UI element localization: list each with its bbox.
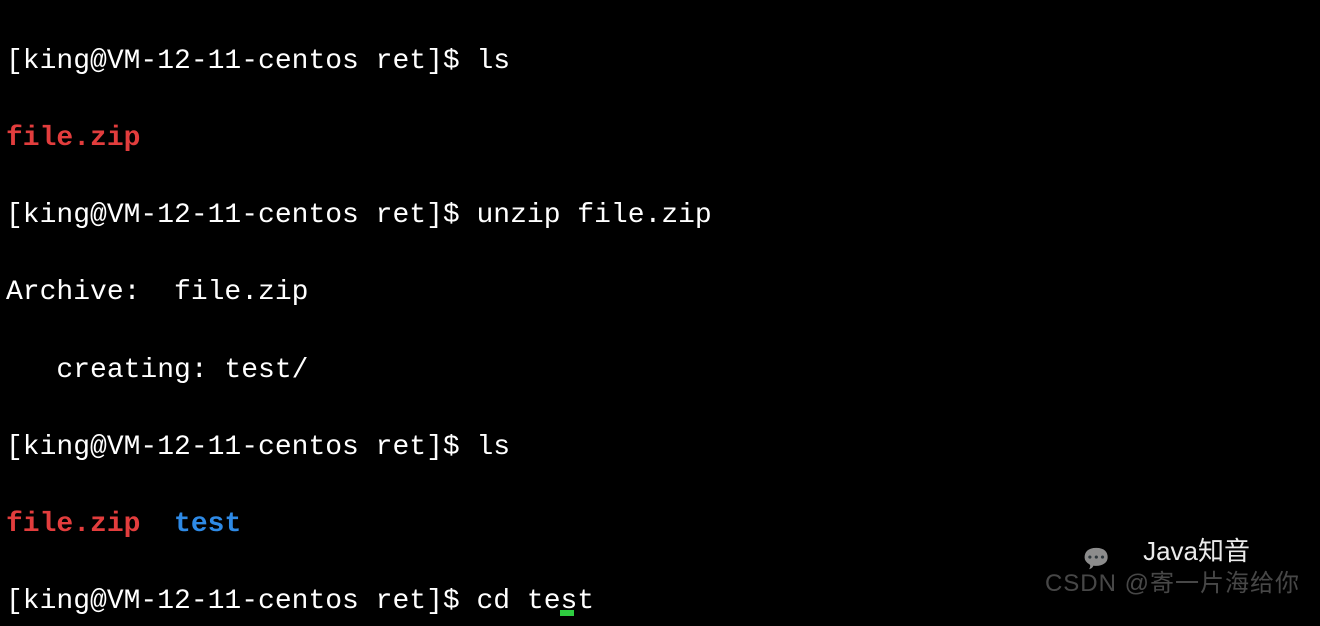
terminal[interactable]: [king@VM-12-11-centos ret]$ ls file.zip … [0,0,1320,626]
output: creating: test/ [6,355,308,386]
watermark-java: Java知音 [1143,534,1250,570]
cursor [560,610,574,616]
line: file.zip [6,120,1314,159]
command: unzip file.zip [476,200,711,231]
line: creating: test/ [6,352,1314,391]
prompt: [king@VM-12-11-centos ret]$ [6,586,476,617]
output: Archive: file.zip [6,277,308,308]
command: ls [476,432,510,463]
prompt: [king@VM-12-11-centos ret]$ [6,200,476,231]
command: cd test [476,586,594,617]
line: Archive: file.zip [6,274,1314,313]
line: file.zip test [6,506,1314,545]
line: [king@VM-12-11-centos ret]$ ls [6,429,1314,468]
line: [king@VM-12-11-centos ret]$ unzip file.z… [6,197,1314,236]
file-zip: file.zip [6,509,140,540]
file-zip: file.zip [6,123,140,154]
line: [king@VM-12-11-centos ret]$ ls [6,43,1314,82]
prompt: [king@VM-12-11-centos ret]$ [6,46,476,77]
sep [140,509,174,540]
command: ls [476,46,510,77]
watermark-csdn: CSDN @寄一片海给你 [1045,567,1300,600]
prompt: [king@VM-12-11-centos ret]$ [6,432,476,463]
dir-test: test [174,509,241,540]
